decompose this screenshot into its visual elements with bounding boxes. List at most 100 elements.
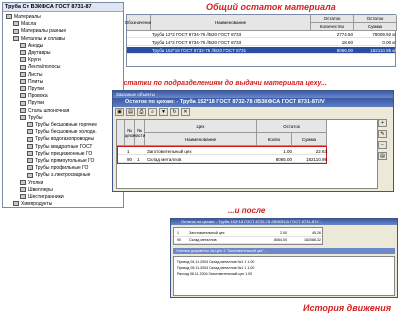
tree-item-label: Трубы прецизионные ГО (35, 150, 93, 157)
tree-item[interactable]: Листы (20, 72, 42, 79)
tree-item[interactable]: Трубы профильные ГО (27, 165, 88, 172)
after-window: Остаток по цехам: - Труба 152*18 ГОСТ 87… (170, 218, 398, 298)
filter-icon[interactable]: ▼ (159, 108, 168, 116)
folder-icon (20, 107, 26, 113)
tree-item[interactable]: Трубы водогазопроводны (27, 136, 94, 143)
side-delete-icon[interactable]: − (378, 141, 387, 149)
side-edit-icon[interactable]: ✎ (378, 130, 387, 138)
folder-icon (27, 165, 33, 171)
folder-icon (20, 186, 26, 192)
save-icon[interactable]: ▤ (126, 108, 135, 116)
tree-item[interactable]: Трубы прецизионные ГО (27, 151, 92, 158)
tree-item-label: Листы (28, 71, 43, 78)
tree-item[interactable]: Прутки (20, 86, 44, 93)
cell-kol: 8065.00 (275, 157, 292, 162)
cell-no: 90 (127, 157, 133, 162)
folder-icon (20, 100, 26, 106)
folder-icon (13, 201, 19, 207)
tree-title: Труба Ст ВЗКФСА ГОСТ 8731-87 (3, 3, 123, 12)
tree-item[interactable]: Плиты (20, 79, 43, 86)
tree-item-label: Аноды (28, 42, 44, 49)
tree-item-label: Трубы (28, 114, 43, 121)
folder-icon (20, 64, 26, 70)
tree-item-label: Материалы (14, 14, 41, 20)
tree-item[interactable]: Швеллеры (20, 187, 53, 194)
table-row[interactable]: 90 1 Склад металлов 8065.00 182110.95 (118, 156, 327, 163)
col-tsekh: Цех (145, 120, 257, 133)
cell-sum: 182110.95 (306, 157, 327, 162)
tree-item[interactable]: Сталь шпоночная (20, 108, 69, 115)
col-kol[interactable]: Колво (257, 133, 292, 146)
cell-name: Заготовительный цех (189, 231, 225, 235)
col-name[interactable]: Наименование (151, 15, 311, 31)
table-row[interactable]: 1 Заготовительный цех 1.00 22.63 (118, 148, 327, 155)
folder-icon (20, 42, 26, 48)
doc-grid: Приход 04.11.2004 Склад металлов №1 1 1.… (173, 256, 395, 296)
tree-item[interactable]: Материалы (6, 14, 41, 21)
doc-caption: Учетные документы: №-Цех: 1 "Заготовител… (173, 248, 395, 254)
cell-no: 1 (177, 231, 179, 235)
folder-icon[interactable]: ▣ (115, 108, 124, 116)
tree-item-label: Прутки (28, 100, 45, 107)
tree-item[interactable]: Провока (20, 93, 48, 100)
col-ostatok2: Остаток (354, 15, 397, 23)
tree-item[interactable]: Химпродукты (13, 201, 52, 207)
tree-item-label: Плиты (28, 78, 44, 85)
tree-item[interactable]: Материалы разные (13, 28, 66, 35)
cell-name: Труба 12*2 ГОСТ 8734-75 //В20 ГОСТ 8733 (152, 32, 242, 37)
folder-icon (20, 71, 26, 77)
folder-icon (13, 21, 19, 27)
col-sum[interactable]: Сумма (354, 23, 397, 31)
tree-item[interactable]: Трубы (20, 115, 43, 122)
tree-item[interactable]: Шестигранники (20, 194, 64, 201)
cell-part: 1 (137, 157, 140, 162)
search-icon[interactable]: ⌕ (148, 108, 157, 116)
tree-item-label: Трубы прямоугольные ГО (35, 158, 95, 164)
tree-item[interactable]: Трубы квадратные ГОСТ (27, 144, 92, 151)
tree-item-label: Лента/полосы (28, 64, 61, 71)
close-icon[interactable]: ✕ (181, 108, 190, 116)
tree-item[interactable]: Трубы бесшовные холодн. (27, 129, 97, 136)
tree-item[interactable]: Трубы бесшовные горячее (27, 122, 97, 129)
heading-total: Общий остаток материала (206, 2, 336, 12)
tree-item[interactable]: Аноды (20, 43, 43, 50)
tree-item-label: Двутавры (28, 50, 51, 56)
tree-item[interactable]: Двутавры (20, 50, 50, 57)
table-row[interactable]: Труба 152*18 ГОСТ 8732-78 //В20 ГОСТ 873… (127, 47, 396, 54)
tree-item[interactable]: Трубы э.лектросварные (27, 172, 90, 179)
col-sum[interactable]: Сумма (292, 133, 327, 146)
heading-after: ...и после (228, 206, 266, 215)
tree-item[interactable]: Уголки (20, 180, 43, 187)
cell-sum: 182088.32 (304, 238, 321, 242)
cell-sum: 22.63 (315, 149, 327, 154)
refresh-icon[interactable]: ↻ (170, 108, 179, 116)
col-name[interactable]: Наименование (145, 133, 257, 146)
tree-item[interactable]: Прутки (20, 100, 44, 107)
tree-item[interactable]: Масла (13, 21, 36, 28)
side-add-icon[interactable]: + (378, 119, 387, 127)
table-row[interactable]: 1 Заготовительный цех 2.00 45.26 (174, 230, 322, 237)
doc-row[interactable]: Расход 06.11.2004 Заготовительный цех 1.… (176, 271, 253, 278)
table-row[interactable]: Труба 14*2 ГОСТ 8734-75 //В20 ГОСТ 8733 1… (127, 39, 396, 46)
print-icon[interactable]: ⎙ (137, 108, 146, 116)
cell-name: Склад металлов (189, 238, 217, 242)
side-doc-icon[interactable]: ▤ (378, 152, 387, 160)
cell-name: Склад металлов (147, 157, 182, 162)
cell-name: Заготовительный цех (147, 149, 192, 154)
table-row[interactable]: 90 Склад металлов 8064.00 182088.32 (174, 237, 322, 244)
col-part[interactable]: № части (134, 120, 145, 146)
tree-item[interactable]: Металлы и сплавы (13, 36, 65, 43)
folder-icon (20, 114, 26, 120)
folder-icon (20, 179, 26, 185)
col-oboz[interactable]: Обозначение (125, 15, 152, 31)
tree-item-label: Трубы бесшовные горячее (35, 122, 98, 128)
tree-item[interactable]: Трубы прямоугольные ГО (27, 158, 94, 165)
col-ostatok: Остаток (311, 15, 354, 23)
col-qty[interactable]: Количество (311, 23, 354, 31)
tree-item[interactable]: Круги (20, 57, 41, 64)
table-row[interactable]: Труба 12*2 ГОСТ 8734-75 //В20 ГОСТ 8733 2… (127, 31, 396, 38)
folder-icon (27, 143, 33, 149)
tree-item[interactable]: Лента/полосы (20, 64, 60, 71)
folder-icon (20, 194, 26, 200)
folder-icon (20, 50, 26, 56)
